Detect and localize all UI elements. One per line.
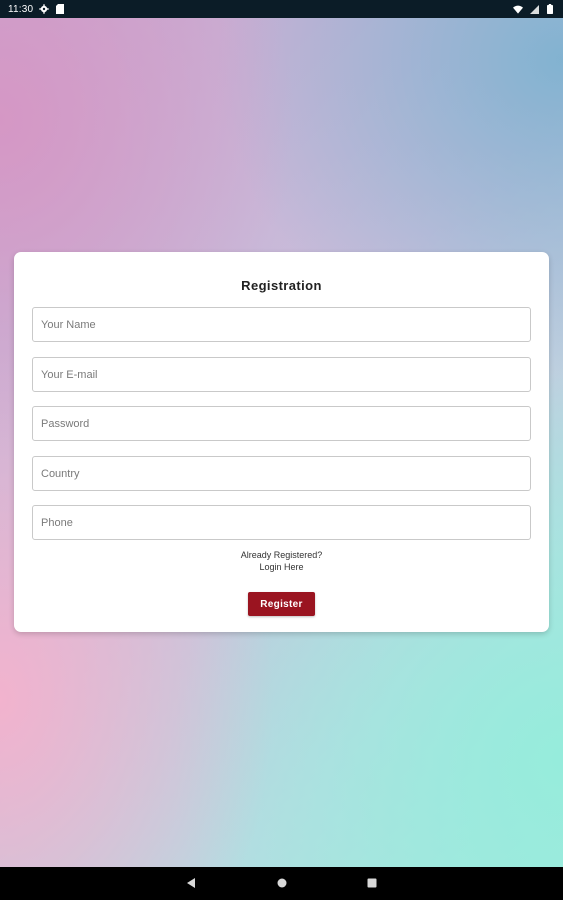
screen: 11:30 Registration Your Name Your E-mail… [0, 0, 563, 900]
password-input[interactable] [32, 406, 531, 441]
login-link-line1: Already Registered? [240, 550, 323, 560]
recents-icon[interactable] [365, 876, 379, 890]
login-link-line2: Login Here [259, 562, 304, 572]
wifi-icon [513, 4, 523, 14]
status-bar-left: 11:30 [8, 4, 65, 15]
settings-gear-icon [39, 4, 49, 14]
sim-card-icon [55, 4, 65, 14]
back-icon[interactable] [184, 876, 198, 890]
status-time: 11:30 [8, 3, 34, 15]
status-bar: 11:30 [0, 0, 563, 18]
home-icon[interactable] [275, 876, 289, 890]
login-link[interactable]: Already Registered? Login Here [14, 549, 549, 573]
email-input[interactable] [32, 357, 531, 392]
status-bar-right [513, 4, 555, 14]
navigation-bar [0, 867, 563, 900]
battery-icon [545, 4, 555, 14]
name-input[interactable] [32, 307, 531, 342]
form-title: Registration [241, 278, 322, 293]
country-input[interactable] [32, 456, 531, 491]
phone-input[interactable] [32, 505, 531, 540]
register-button[interactable]: Register [248, 592, 315, 616]
signal-icon [529, 4, 539, 14]
registration-card: Registration Already Registered? Login H… [14, 252, 549, 632]
